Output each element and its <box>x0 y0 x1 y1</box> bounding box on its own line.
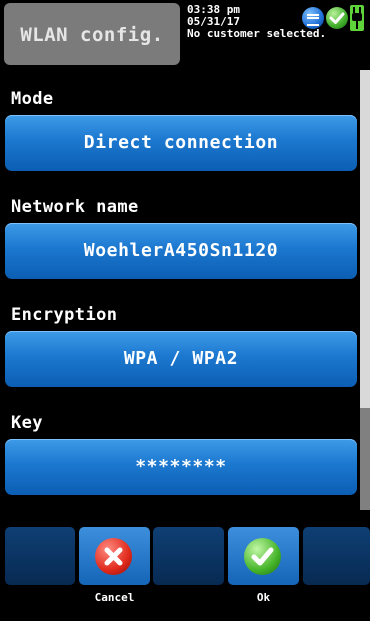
cancel-icon <box>95 538 132 575</box>
encryption-label: Encryption <box>11 305 118 325</box>
check-status-icon <box>326 7 348 29</box>
status-icons <box>302 5 366 31</box>
cancel-button[interactable] <box>79 527 150 585</box>
ok-icon <box>244 538 281 575</box>
network-name-value: WoehlerA450Sn1120 <box>83 240 279 261</box>
network-name-label: Network name <box>11 197 139 217</box>
softkey-empty-2 <box>153 527 224 585</box>
key-label: Key <box>11 413 43 433</box>
screen-title-box: WLAN config. <box>4 3 180 65</box>
screen-title: WLAN config. <box>20 24 164 46</box>
encryption-button[interactable]: WPA / WPA2 <box>5 331 357 387</box>
ok-label: Ok <box>256 591 271 604</box>
key-button[interactable]: ******** <box>5 439 357 495</box>
mode-value: Direct connection <box>83 132 279 153</box>
cancel-label: Cancel <box>94 591 135 604</box>
power-plug-icon <box>350 5 364 31</box>
softkey-empty-3 <box>303 527 370 585</box>
key-value: ******** <box>135 456 227 477</box>
mode-button[interactable]: Direct connection <box>5 115 357 171</box>
ok-button[interactable] <box>228 527 299 585</box>
scrollbar-thumb[interactable] <box>360 408 370 510</box>
softkey-empty-1 <box>5 527 75 585</box>
network-name-button[interactable]: WoehlerA450Sn1120 <box>5 223 357 279</box>
mode-label: Mode <box>11 89 54 109</box>
wlan-status-icon <box>302 7 324 29</box>
encryption-value: WPA / WPA2 <box>123 348 239 369</box>
